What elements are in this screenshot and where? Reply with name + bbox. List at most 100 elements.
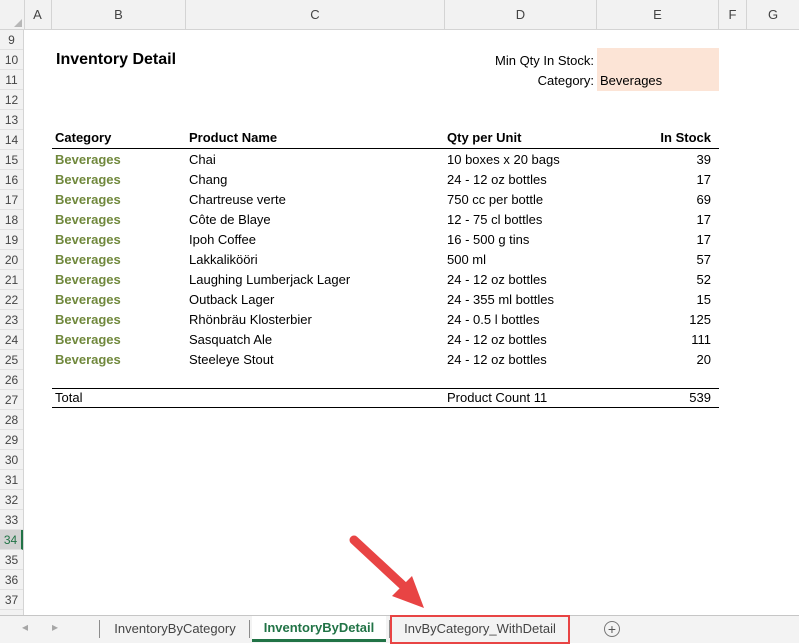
col-header-b[interactable]: B — [52, 0, 186, 29]
product-name-cell[interactable]: Chang — [189, 170, 227, 190]
row-header-26[interactable]: 26 — [0, 370, 23, 390]
category-cell[interactable]: Beverages — [55, 150, 121, 170]
qty-per-unit-cell[interactable]: 750 cc per bottle — [447, 190, 543, 210]
row-header-17[interactable]: 17 — [0, 190, 23, 210]
row-header-32[interactable]: 32 — [0, 490, 23, 510]
row-header-9[interactable]: 9 — [0, 30, 23, 50]
column-header-bar: A B C D E F G — [0, 0, 799, 30]
in-stock-cell[interactable]: 69 — [597, 190, 711, 210]
in-stock-cell[interactable]: 20 — [597, 350, 711, 370]
qty-per-unit-cell[interactable]: 24 - 12 oz bottles — [447, 270, 547, 290]
qty-per-unit-cell[interactable]: 24 - 12 oz bottles — [447, 330, 547, 350]
row-header-27[interactable]: 27 — [0, 390, 23, 410]
product-name-cell[interactable]: Outback Lager — [189, 290, 274, 310]
total-stock: 539 — [689, 390, 711, 405]
col-header-d[interactable]: D — [445, 0, 597, 29]
select-all-corner[interactable] — [0, 0, 25, 29]
col-header-e[interactable]: E — [597, 0, 719, 29]
qty-per-unit-cell[interactable]: 24 - 355 ml bottles — [447, 290, 554, 310]
qty-per-unit-cell[interactable]: 10 boxes x 20 bags — [447, 150, 560, 170]
row-header-19[interactable]: 19 — [0, 230, 23, 250]
category-cell[interactable]: Beverages — [55, 330, 121, 350]
in-stock-cell[interactable]: 17 — [597, 230, 711, 250]
tab-separator — [99, 620, 100, 638]
right-arrow-icon[interactable]: ▸ — [52, 620, 58, 634]
highlight-box — [390, 615, 570, 644]
col-header-g[interactable]: G — [747, 0, 799, 29]
product-name-cell[interactable]: Sasquatch Ale — [189, 330, 272, 350]
product-name-cell[interactable]: Côte de Blaye — [189, 210, 271, 230]
category-cell[interactable]: Beverages — [55, 350, 121, 370]
row-header-16[interactable]: 16 — [0, 170, 23, 190]
product-name-cell[interactable]: Steeleye Stout — [189, 350, 274, 370]
in-stock-cell[interactable]: 52 — [597, 270, 711, 290]
in-stock-cell[interactable]: 57 — [597, 250, 711, 270]
row-header-23[interactable]: 23 — [0, 310, 23, 330]
tab-inventory-by-category[interactable]: InventoryByCategory — [104, 616, 246, 642]
in-stock-cell[interactable]: 17 — [597, 170, 711, 190]
plus-circle-icon[interactable]: + — [604, 621, 620, 637]
row-header-13[interactable]: 13 — [0, 110, 23, 130]
total-bottom-line — [52, 407, 719, 408]
row-header-37[interactable]: 37 — [0, 590, 23, 610]
row-header-29[interactable]: 29 — [0, 430, 23, 450]
row-header-31[interactable]: 31 — [0, 470, 23, 490]
qty-per-unit-cell[interactable]: 12 - 75 cl bottles — [447, 210, 542, 230]
worksheet-grid[interactable]: Inventory Detail Min Qty In Stock: Categ… — [24, 30, 799, 615]
in-stock-cell[interactable]: 17 — [597, 210, 711, 230]
min-qty-label: Min Qty In Stock: — [495, 53, 594, 68]
qty-per-unit-cell[interactable]: 24 - 0.5 l bottles — [447, 310, 540, 330]
category-cell[interactable]: Beverages — [55, 310, 121, 330]
in-stock-cell[interactable]: 39 — [597, 150, 711, 170]
category-label: Category: — [537, 73, 594, 88]
qty-per-unit-cell[interactable]: 24 - 12 oz bottles — [447, 350, 547, 370]
product-name-cell[interactable]: Rhönbräu Klosterbier — [189, 310, 312, 330]
row-header-21[interactable]: 21 — [0, 270, 23, 290]
header-category: Category — [55, 130, 112, 145]
row-header-15[interactable]: 15 — [0, 150, 23, 170]
product-name-cell[interactable]: Ipoh Coffee — [189, 230, 256, 250]
in-stock-cell[interactable]: 125 — [597, 310, 711, 330]
row-header-30[interactable]: 30 — [0, 450, 23, 470]
report-title: Inventory Detail — [56, 51, 177, 68]
product-name-cell[interactable]: Chartreuse verte — [189, 190, 286, 210]
category-input[interactable]: Beverages — [600, 71, 718, 91]
col-header-a[interactable]: A — [24, 0, 52, 29]
category-cell[interactable]: Beverages — [55, 250, 121, 270]
row-header-22[interactable]: 22 — [0, 290, 23, 310]
category-cell[interactable]: Beverages — [55, 290, 121, 310]
category-cell[interactable]: Beverages — [55, 210, 121, 230]
row-header-10[interactable]: 10 — [0, 50, 23, 70]
category-cell[interactable]: Beverages — [55, 170, 121, 190]
tab-inventory-by-detail[interactable]: InventoryByDetail — [252, 616, 386, 642]
row-header-36[interactable]: 36 — [0, 570, 23, 590]
row-header-12[interactable]: 12 — [0, 90, 23, 110]
qty-per-unit-cell[interactable]: 500 ml — [447, 250, 486, 270]
row-header-11[interactable]: 11 — [0, 70, 23, 90]
min-qty-input[interactable] — [600, 51, 718, 71]
in-stock-cell[interactable]: 15 — [597, 290, 711, 310]
col-header-f[interactable]: F — [719, 0, 747, 29]
category-cell[interactable]: Beverages — [55, 190, 121, 210]
qty-per-unit-cell[interactable]: 16 - 500 g tins — [447, 230, 529, 250]
row-header-18[interactable]: 18 — [0, 210, 23, 230]
qty-per-unit-cell[interactable]: 24 - 12 oz bottles — [447, 170, 547, 190]
row-header-33[interactable]: 33 — [0, 510, 23, 530]
product-name-cell[interactable]: Laughing Lumberjack Lager — [189, 270, 350, 290]
category-cell[interactable]: Beverages — [55, 230, 121, 250]
row-header-35[interactable]: 35 — [0, 550, 23, 570]
product-name-cell[interactable]: Lakkalikööri — [189, 250, 258, 270]
in-stock-cell[interactable]: 111 — [597, 330, 711, 350]
left-arrow-icon[interactable]: ◂ — [22, 620, 28, 634]
total-label: Total — [55, 390, 83, 405]
row-header-28[interactable]: 28 — [0, 410, 23, 430]
row-header-34[interactable]: 34 — [0, 530, 23, 550]
col-header-c[interactable]: C — [186, 0, 445, 29]
product-name-cell[interactable]: Chai — [189, 150, 216, 170]
row-header-25[interactable]: 25 — [0, 350, 23, 370]
tab-separator — [249, 620, 250, 638]
category-cell[interactable]: Beverages — [55, 270, 121, 290]
row-header-14[interactable]: 14 — [0, 130, 23, 150]
row-header-24[interactable]: 24 — [0, 330, 23, 350]
row-header-20[interactable]: 20 — [0, 250, 23, 270]
